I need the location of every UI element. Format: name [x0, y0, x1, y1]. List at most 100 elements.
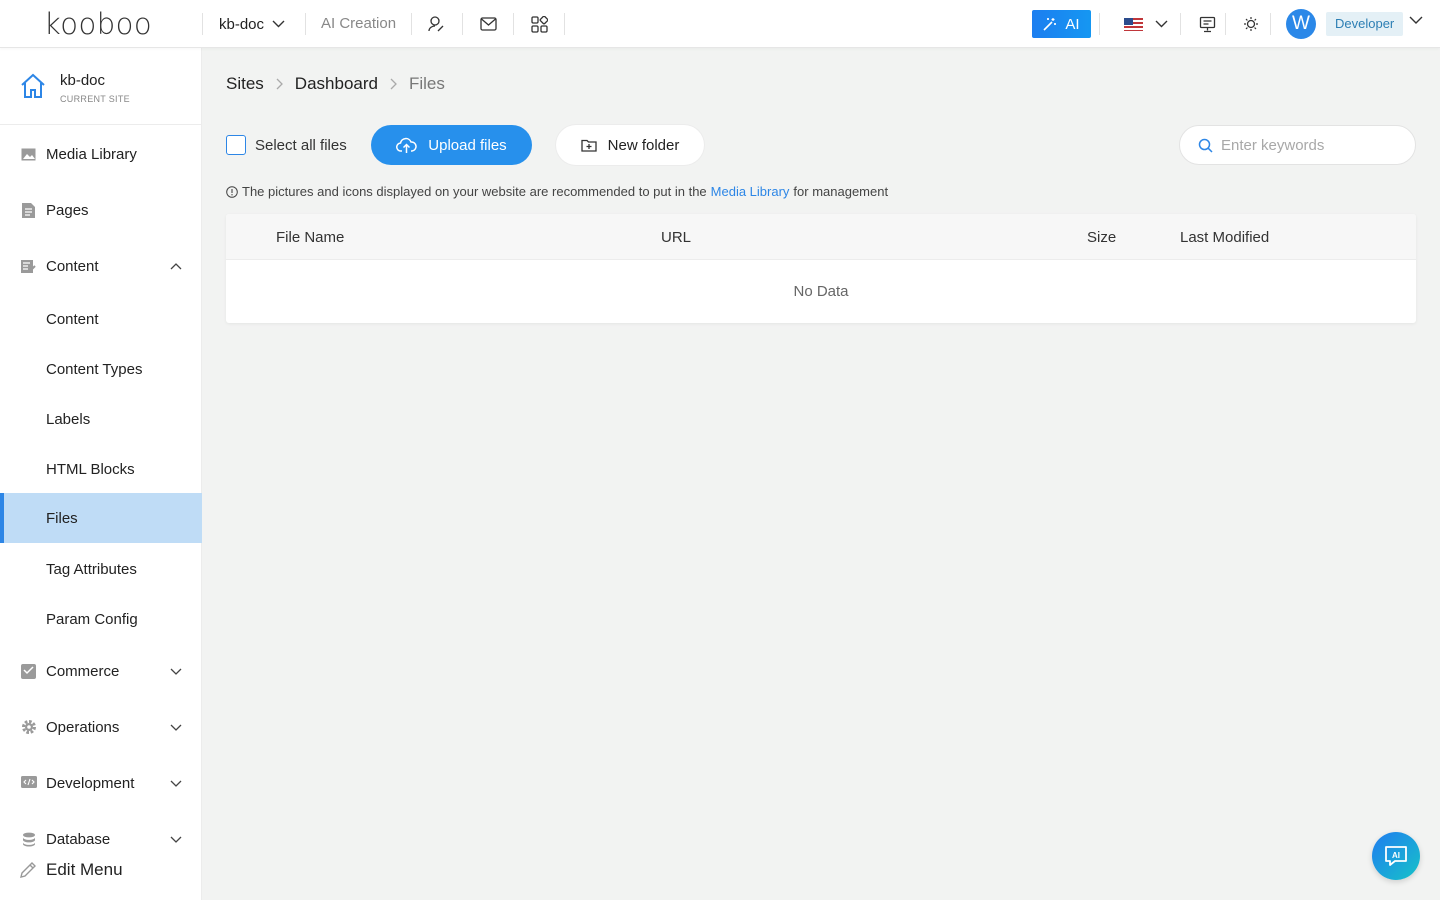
sidebar-item-html-blocks[interactable]: HTML Blocks: [0, 455, 202, 483]
theme-sun-icon[interactable]: [1239, 12, 1263, 36]
site-subtitle: CURRENT SITE: [60, 94, 130, 104]
ai-button-label: AI: [1065, 15, 1080, 33]
sidebar-item-label: Tag Attributes: [46, 560, 137, 578]
site-name: kb-doc: [60, 72, 106, 89]
current-site[interactable]: kb-doc CURRENT SITE: [0, 48, 202, 125]
column-header-url[interactable]: URL: [661, 229, 691, 246]
tip-text-suffix: for management: [793, 184, 889, 199]
sidebar-item-label: Content: [46, 257, 99, 275]
top-bar: kooboo kb-doc AI Creation AI W Developer: [0, 0, 1440, 48]
new-folder-label: New folder: [607, 136, 680, 154]
breadcrumb-dashboard[interactable]: Dashboard: [295, 74, 378, 94]
sidebar-item-pages[interactable]: Pages: [0, 196, 202, 224]
magic-wand-icon: [1043, 18, 1057, 31]
chevron-down-icon: [272, 20, 285, 28]
new-folder-button[interactable]: New folder: [556, 125, 704, 165]
ai-creation-link[interactable]: AI Creation: [321, 13, 396, 35]
cloud-upload-icon: [396, 137, 418, 153]
chevron-right-icon: [276, 78, 283, 90]
sidebar-item-labels[interactable]: Labels: [0, 405, 202, 433]
sidebar-item-label: Content: [46, 310, 99, 328]
sidebar-item-param-config[interactable]: Param Config: [0, 605, 202, 633]
search-input[interactable]: [1221, 136, 1401, 154]
language-selector[interactable]: [1124, 13, 1168, 35]
site-switcher[interactable]: kb-doc: [219, 13, 285, 35]
sidebar-item-label: HTML Blocks: [46, 460, 135, 478]
sidebar-item-label: Development: [46, 774, 135, 792]
sidebar-item-content-group[interactable]: Content: [0, 252, 202, 280]
upload-files-label: Upload files: [428, 136, 507, 154]
home-icon: [21, 73, 45, 98]
divider: [1225, 13, 1226, 35]
sidebar-item-label: Pages: [46, 201, 89, 219]
sidebar-item-files[interactable]: Files: [0, 493, 202, 543]
ai-chat-icon: AI: [1385, 846, 1407, 866]
sidebar-item-label: Files: [46, 509, 78, 527]
sidebar-item-commerce[interactable]: Commerce: [0, 657, 202, 685]
chevron-down-icon: [170, 724, 182, 731]
folder-add-icon: [580, 139, 597, 152]
divider: [462, 13, 463, 35]
divider: [411, 13, 412, 35]
files-table: File Name URL Size Last Modified No Data: [226, 214, 1416, 323]
divider: [1099, 13, 1100, 35]
column-header-size[interactable]: Size: [1087, 229, 1116, 246]
info-icon: [226, 185, 238, 198]
sidebar-item-media-library[interactable]: Media Library: [0, 140, 202, 168]
sidebar-item-content[interactable]: Content: [0, 305, 202, 333]
edit-menu-button[interactable]: Edit Menu: [18, 860, 123, 880]
sidebar-item-content-types[interactable]: Content Types: [0, 355, 202, 383]
mail-icon[interactable]: [476, 12, 500, 36]
database-icon: [20, 831, 37, 848]
sidebar-item-tag-attributes[interactable]: Tag Attributes: [0, 555, 202, 583]
sidebar-item-label: Database: [46, 830, 111, 848]
sidebar-item-label: Commerce: [46, 662, 120, 680]
select-all-files[interactable]: Select all files: [226, 135, 347, 155]
divider: [1270, 13, 1271, 35]
select-all-checkbox[interactable]: [226, 135, 246, 155]
user-avatar[interactable]: W: [1286, 9, 1316, 39]
divider: [202, 13, 203, 35]
kooboo-logo[interactable]: kooboo: [44, 7, 152, 41]
chevron-down-icon: [1155, 20, 1168, 28]
gear-icon: [20, 719, 37, 736]
sidebar-item-development[interactable]: Development: [0, 769, 202, 797]
chevron-up-icon: [170, 262, 182, 269]
select-all-label: Select all files: [255, 136, 347, 154]
sidebar-item-label: Param Config: [46, 610, 138, 628]
search-field[interactable]: [1179, 125, 1416, 165]
breadcrumb-sites[interactable]: Sites: [226, 74, 264, 94]
content-icon: [20, 258, 37, 275]
page-icon: [20, 202, 37, 219]
media-library-tip: The pictures and icons displayed on your…: [226, 184, 888, 199]
chevron-down-icon: [170, 836, 182, 843]
svg-text:AI: AI: [1392, 851, 1400, 860]
media-library-link[interactable]: Media Library: [711, 184, 790, 199]
table-header: File Name URL Size Last Modified: [226, 214, 1416, 260]
divider: [564, 13, 565, 35]
sidebar: kb-doc CURRENT SITE Media Library Pages …: [0, 48, 202, 900]
sidebar-item-label: Operations: [46, 718, 120, 736]
column-header-last-modified[interactable]: Last Modified: [1180, 229, 1269, 246]
role-badge[interactable]: Developer: [1326, 12, 1404, 36]
upload-files-button[interactable]: Upload files: [371, 125, 532, 165]
sidebar-item-database[interactable]: Database: [0, 825, 202, 853]
site-switcher-label: kb-doc: [219, 15, 265, 33]
chevron-down-icon[interactable]: [1409, 16, 1423, 25]
apps-grid-icon[interactable]: [527, 12, 551, 36]
commerce-icon: [20, 663, 37, 680]
tip-text: The pictures and icons displayed on your…: [242, 184, 707, 199]
column-header-file-name[interactable]: File Name: [276, 229, 344, 246]
user-sign-icon[interactable]: [424, 12, 448, 36]
sidebar-item-label: Content Types: [46, 360, 143, 378]
sidebar-item-operations[interactable]: Operations: [0, 713, 202, 741]
ai-button[interactable]: AI: [1032, 10, 1091, 38]
search-icon: [1198, 138, 1213, 153]
divider: [305, 13, 306, 35]
breadcrumb-files: Files: [408, 74, 445, 93]
divider: [1180, 13, 1181, 35]
ai-assistant-button[interactable]: AI: [1372, 832, 1420, 880]
us-flag-icon: [1124, 17, 1143, 31]
chevron-down-icon: [170, 668, 182, 675]
presentation-icon[interactable]: [1195, 12, 1219, 36]
